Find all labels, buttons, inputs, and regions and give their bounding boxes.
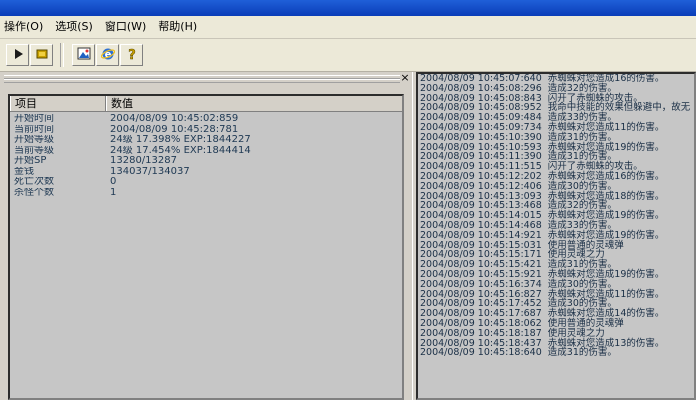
stat-value: 2004/08/09 10:45:28:781 — [110, 124, 239, 135]
stop-button[interactable] — [30, 44, 53, 66]
menu-options[interactable]: 选项(S) — [51, 17, 101, 37]
stats-list[interactable]: 项目 数值 开始时间 2004/08/09 10:45:02:859 当前时间 20… — [8, 94, 404, 400]
ie-icon: e — [100, 47, 115, 64]
stat-name: 杀怪个数 — [14, 187, 54, 198]
stat-value: 24级 17.454% EXP:1844414 — [110, 145, 251, 156]
list-item[interactable]: 死亡次数 0 — [10, 177, 402, 188]
browser-button[interactable]: e — [96, 44, 119, 66]
image-icon — [77, 47, 91, 64]
list-item[interactable]: 杀怪个数 1 — [10, 188, 402, 199]
play-icon — [12, 48, 24, 63]
stat-value: 2004/08/09 10:45:02:859 — [110, 114, 239, 124]
stat-value: 13280/13287 — [110, 156, 177, 166]
list-item[interactable]: 开始SP 13280/13287 — [10, 156, 402, 167]
panel-grip[interactable] — [4, 79, 400, 83]
start-button[interactable] — [6, 44, 29, 66]
stat-name: 开始时间 — [14, 114, 54, 124]
capture-button[interactable] — [72, 44, 95, 66]
log-message: 造成31的伤害。 — [547, 347, 617, 359]
stat-value: 1 — [110, 187, 117, 198]
stat-name: 当前时间 — [14, 124, 54, 135]
panel-header: × — [0, 72, 412, 86]
svg-text:?: ? — [128, 48, 136, 61]
stat-value: 134037/134037 — [110, 166, 190, 177]
menu-help[interactable]: 帮助(H) — [154, 17, 205, 37]
list-header: 项目 数值 — [10, 96, 402, 112]
stop-icon — [36, 48, 48, 63]
close-icon[interactable]: × — [400, 72, 410, 84]
menu-bar: 操作(O) 选项(S) 窗口(W) 帮助(H) — [0, 16, 696, 39]
combat-log[interactable]: 2004/08/09 10:45:07:640 赤蜘蛛对您造成16的伤害。 2004… — [416, 72, 696, 400]
stat-name: 死亡次数 — [14, 177, 54, 187]
stat-name: 开始等级 — [14, 135, 54, 145]
list-item[interactable]: 当前等级 24级 17.454% EXP:1844414 — [10, 146, 402, 157]
toolbar: e ? — [0, 39, 696, 72]
help-button[interactable]: ? — [120, 44, 143, 66]
log-timestamp: 2004/08/09 10:45:18:640 — [420, 347, 542, 359]
menu-operate[interactable]: 操作(O) — [0, 17, 51, 37]
title-bar — [0, 0, 696, 16]
stat-name: 当前等级 — [14, 145, 54, 156]
column-header-item[interactable]: 项目 — [10, 96, 106, 111]
list-item[interactable]: 开始时间 2004/08/09 10:45:02:859 — [10, 114, 402, 125]
list-item[interactable]: 开始等级 24级 17.398% EXP:1844227 — [10, 135, 402, 146]
menu-window[interactable]: 窗口(W) — [101, 17, 154, 37]
stats-rows: 开始时间 2004/08/09 10:45:02:859 当前时间 2004/08/… — [10, 112, 402, 198]
help-icon: ? — [126, 47, 138, 64]
stat-value: 0 — [110, 177, 117, 187]
column-header-value[interactable]: 数值 — [106, 96, 402, 111]
stats-panel: × 项目 数值 开始时间 2004/08/09 10:45:02:859 当前时间… — [0, 72, 412, 400]
stat-name: 开始SP — [14, 156, 47, 166]
toolbar-separator — [60, 43, 64, 67]
list-item[interactable]: 当前时间 2004/08/09 10:45:28:781 — [10, 125, 402, 136]
stat-value: 24级 17.398% EXP:1844227 — [110, 135, 251, 145]
stat-name: 金钱 — [14, 166, 34, 177]
log-lines: 2004/08/09 10:45:07:640 赤蜘蛛对您造成16的伤害。 2004… — [418, 74, 694, 358]
log-line: 2004/08/09 10:45:18:640 造成31的伤害。 — [418, 348, 694, 358]
list-item[interactable]: 金钱 134037/134037 — [10, 167, 402, 178]
